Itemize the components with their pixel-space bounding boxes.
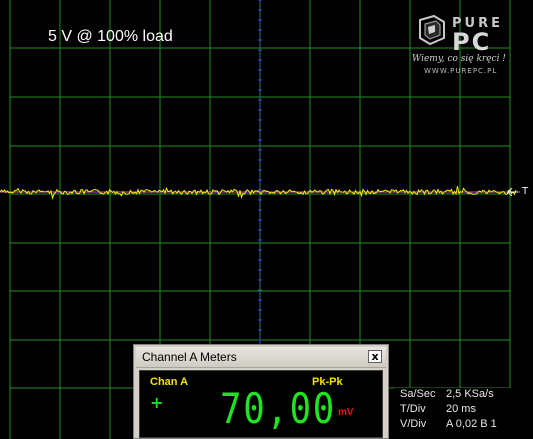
channel-a-meters-window[interactable]: Channel A Meters x Chan A Pk-Pk + 70,00 … bbox=[133, 344, 389, 439]
meter-reading: 70,00 bbox=[220, 384, 336, 433]
info-value: 2,5 KSa/s bbox=[446, 388, 494, 400]
close-icon[interactable]: x bbox=[368, 350, 382, 363]
info-row-time-div: T/Div 20 ms bbox=[400, 403, 476, 415]
info-row-sample-rate: Sa/Sec 2,5 KSa/s bbox=[400, 388, 494, 400]
logo-url: WWW.PUREPC.PL bbox=[424, 67, 498, 75]
info-value: A 0,02 B 1 bbox=[446, 418, 497, 430]
logo-pc-text: PC bbox=[452, 28, 492, 56]
purepc-logo: PURE PC Wiemy, co się kręci ! WWW.PUREPC… bbox=[412, 14, 526, 76]
info-value: 20 ms bbox=[446, 403, 476, 415]
purepc-logo-icon bbox=[419, 14, 445, 46]
meter-window-title: Channel A Meters bbox=[142, 350, 237, 364]
trigger-marker-label: T bbox=[522, 186, 529, 197]
info-key: Sa/Sec bbox=[400, 388, 436, 400]
channel-label: Chan A bbox=[150, 376, 189, 388]
measurement-title: 5 V @ 100% load bbox=[48, 28, 173, 45]
sign-indicator: + bbox=[150, 393, 164, 412]
info-key: V/Div bbox=[400, 418, 427, 430]
info-row-volt-div: V/Div A 0,02 B 1 bbox=[400, 418, 497, 430]
acquisition-info-panel: Sa/Sec 2,5 KSa/s T/Div 20 ms V/Div A 0,02 B… bbox=[394, 388, 533, 439]
oscilloscope-screen: 5 V @ 100% load PURE PC Wiemy, co się kr… bbox=[0, 0, 533, 439]
logo-tagline: Wiemy, co się kręci ! bbox=[412, 54, 506, 64]
meter-display: Chan A Pk-Pk + 70,00 mV bbox=[139, 370, 383, 438]
meter-titlebar[interactable]: Channel A Meters x bbox=[136, 347, 386, 368]
meter-unit: mV bbox=[338, 407, 354, 418]
info-key: T/Div bbox=[400, 403, 426, 415]
